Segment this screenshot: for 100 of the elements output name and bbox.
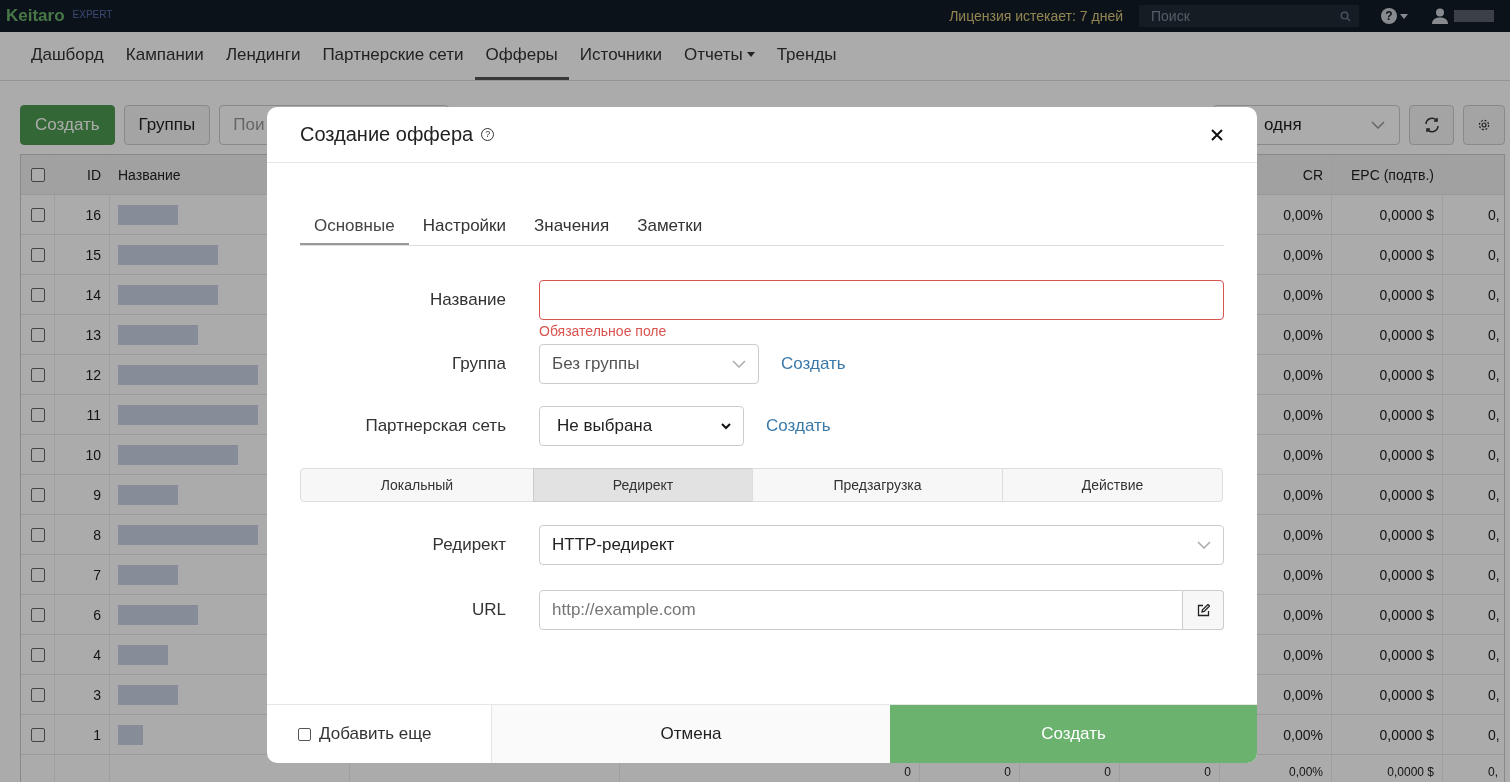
table-cell: 0,0000 $ [1332, 395, 1443, 434]
nav-tab[interactable]: Дашборд [20, 32, 115, 80]
nav-tab[interactable]: Отчеты [672, 32, 766, 80]
redirect-select[interactable]: HTTP-редирект [539, 525, 1224, 565]
refresh-icon [1422, 116, 1441, 134]
search-field[interactable]: Поиск [1139, 5, 1359, 27]
caret-icon [1400, 13, 1408, 19]
field-label: Группа [451, 353, 506, 375]
table-cell-text: 0, [1487, 605, 1501, 625]
nav-tab[interactable]: Офферы [474, 32, 569, 80]
table-cell-text: 0, [1487, 725, 1501, 745]
row-checkbox[interactable] [30, 487, 45, 502]
table-cell: 0,0000 $ [1332, 715, 1443, 754]
field-label: URL [471, 599, 506, 621]
redacted-username [1454, 10, 1494, 22]
table-cell-text: 0, [1487, 325, 1501, 345]
row-checkbox[interactable] [30, 687, 45, 702]
dialog-tab[interactable]: Основные [300, 208, 409, 245]
table-cell: 0,0000 $ [1332, 755, 1443, 782]
refresh-button[interactable] [1409, 105, 1454, 145]
row-checkbox[interactable] [30, 647, 45, 662]
table-cell: 7 [55, 555, 110, 594]
user-icon[interactable] [1432, 8, 1448, 24]
table-cell: 0,0000 $ [1332, 235, 1443, 274]
dialog-tab[interactable]: Значения [520, 208, 624, 245]
nav-tab[interactable]: Кампании [114, 32, 215, 80]
row-checkbox[interactable] [30, 407, 45, 422]
table-cell: 4 [55, 635, 110, 674]
redacted-name [118, 564, 178, 585]
name-field[interactable] [539, 280, 1224, 320]
row-checkbox[interactable] [30, 207, 45, 222]
type-tab[interactable]: Локальный [300, 468, 534, 502]
table-cell-text: 0, [1487, 445, 1501, 465]
row-checkbox[interactable] [30, 567, 45, 582]
table-cell: 0,0000 $ [1332, 275, 1443, 314]
settings-button[interactable] [1463, 105, 1505, 145]
groups-button[interactable]: Группы [123, 105, 211, 145]
table-cell: 0,0000 $ [1332, 635, 1443, 674]
add-more-checkbox[interactable] [298, 727, 311, 741]
close-icon[interactable] [1211, 128, 1223, 141]
nav-tab[interactable]: Источники [568, 32, 673, 80]
table-cell-text: 0, [1487, 205, 1501, 225]
type-tab[interactable]: Редирект [533, 468, 753, 502]
nav-tab[interactable]: Партнерские сети [311, 32, 475, 80]
edit-button[interactable] [1183, 590, 1224, 630]
table-cell: 16 [55, 195, 110, 234]
table-cell-text: 0, [1487, 405, 1501, 425]
chevron-icon [732, 360, 746, 368]
column-header[interactable]: ID [55, 155, 110, 194]
row-checkbox[interactable] [30, 447, 45, 462]
row-checkbox[interactable] [30, 527, 45, 542]
cancel-button[interactable]: Отмена [492, 705, 890, 763]
chevron-icon [1197, 541, 1211, 549]
field-label: Партнерская сеть [364, 415, 506, 437]
chevron-icon [1371, 121, 1385, 129]
logo[interactable]: Keitaro [6, 6, 65, 26]
nav-tab[interactable]: Лендинги [214, 32, 312, 80]
network-select[interactable]: Не выбрана [539, 406, 744, 446]
redacted-name [118, 644, 168, 665]
table-cell-text: 0, [1487, 285, 1501, 305]
select-all-checkbox[interactable] [30, 167, 45, 182]
table-cell: 0,0000 $ [1332, 595, 1443, 634]
dialog-tab[interactable]: Заметки [623, 208, 717, 245]
row-checkbox[interactable] [30, 607, 45, 622]
redacted-name [118, 484, 178, 505]
group-select[interactable]: Без группы [539, 344, 759, 384]
nav-tab[interactable]: Тренды [765, 32, 848, 80]
column-header[interactable]: EPC (подтв.) [1332, 155, 1443, 194]
table-cell: 0,0000 $ [1332, 675, 1443, 714]
create-link[interactable]: Создать [781, 354, 846, 374]
redacted-name [118, 204, 178, 225]
table-cell: 0,0000 $ [1332, 515, 1443, 554]
row-checkbox[interactable] [30, 327, 45, 342]
table-cell: 13 [55, 315, 110, 354]
table-cell: 0,0000 $ [1332, 195, 1443, 234]
dialog-tab[interactable]: Настройки [408, 208, 521, 245]
dialog-title: Создание оффера [300, 123, 474, 146]
table-cell-text: 0, [1487, 525, 1501, 545]
table-cell: 0,0000 $ [1332, 355, 1443, 394]
create-link[interactable]: Создать [766, 416, 831, 436]
table-cell: 1 [55, 715, 110, 754]
url-field[interactable]: http://example.com [539, 590, 1183, 630]
error-message: Обязательное поле [539, 323, 668, 339]
row-checkbox[interactable] [30, 287, 45, 302]
field-label: Редирект [431, 534, 506, 556]
table-cell: 0,0000 $ [1332, 315, 1443, 354]
table-cell: 11 [55, 395, 110, 434]
row-checkbox[interactable] [30, 727, 45, 742]
row-checkbox[interactable] [30, 367, 45, 382]
type-tab[interactable]: Действие [1002, 468, 1223, 502]
row-checkbox[interactable] [30, 247, 45, 262]
table-cell: 14 [55, 275, 110, 314]
checkbox-label: Добавить еще [319, 724, 432, 744]
table-cell: 9 [55, 475, 110, 514]
table-cell-text: 0, [1487, 365, 1501, 385]
chevron-icon [721, 422, 731, 430]
table-cell: 15 [55, 235, 110, 274]
table-cell-text: 0, [1487, 565, 1501, 585]
type-tab[interactable]: Предзагрузка [752, 468, 1003, 502]
table-cell: 6 [55, 595, 110, 634]
